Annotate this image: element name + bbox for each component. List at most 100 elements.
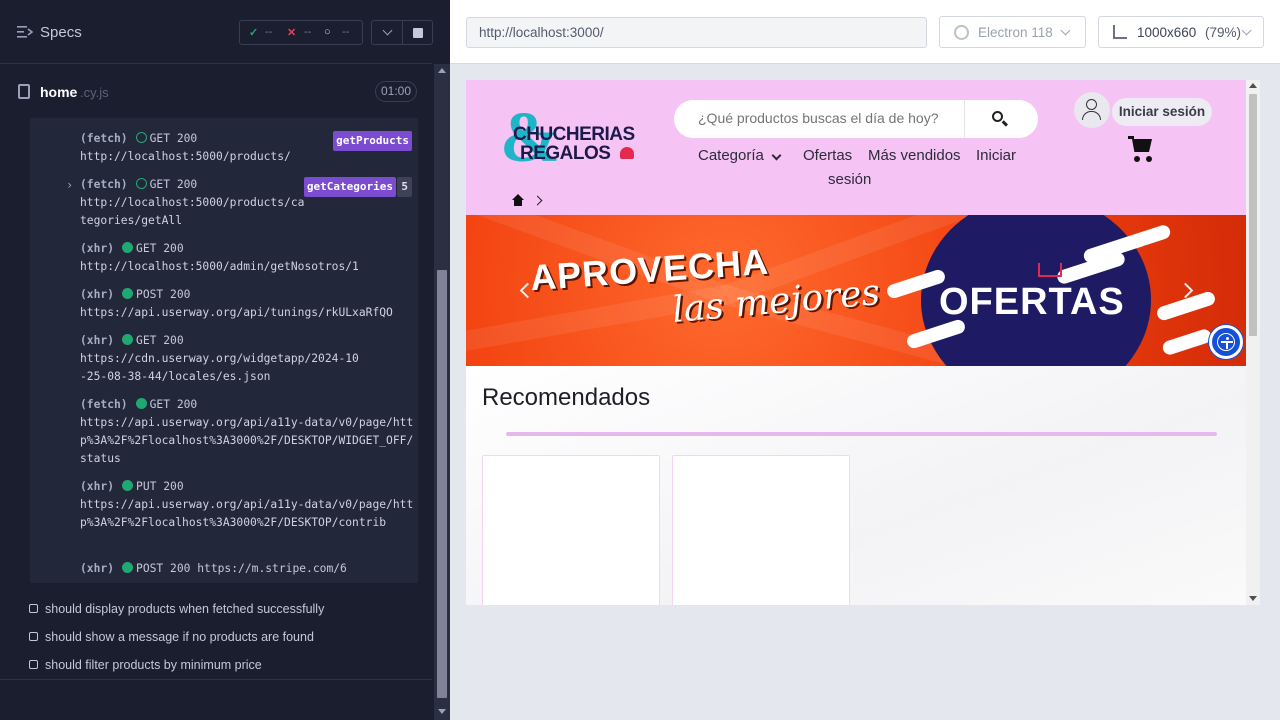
test-item[interactable]: should display products when fetched suc… (29, 602, 324, 616)
specs-header: Specs ✓ -- ✕ -- ○ -- (0, 0, 433, 64)
chevron-down-icon (771, 150, 782, 161)
status-dot-icon (122, 288, 134, 299)
divider (964, 100, 965, 138)
test-title: should filter products by minimum price (45, 658, 262, 672)
nav-bestsellers[interactable]: Más vendidos (868, 147, 961, 164)
pending-count: -- (342, 26, 350, 38)
hero-banner: APROVECHA las mejores OFERTAS (466, 215, 1246, 366)
test-item[interactable]: should show a message if no products are… (29, 630, 314, 644)
test-status-icon (29, 632, 38, 641)
user-icon[interactable] (1074, 92, 1110, 128)
section-divider (506, 432, 1217, 436)
scroll-down-icon[interactable] (438, 709, 446, 714)
passed-icon: ✓ (249, 27, 259, 39)
log-entry[interactable]: (xhr) PUT 200 https://api.userway.org/api… (30, 478, 418, 532)
url-field[interactable] (466, 17, 927, 48)
log-entry[interactable]: (fetch) GET 200 https://api.userway.org/a… (30, 396, 418, 468)
spec-file-row[interactable]: home .cy.js 01:00 (16, 76, 418, 116)
viewport-zoom: (79%) (1205, 25, 1242, 40)
log-type: (xhr) (80, 288, 115, 301)
test-title: should display products when fetched suc… (45, 602, 325, 616)
page-scrollbar[interactable] (1246, 80, 1260, 605)
scroll-up-icon[interactable] (1249, 83, 1257, 88)
runner-scrollbar[interactable] (434, 64, 450, 720)
status-dot-icon (122, 334, 134, 345)
log-method: GET 200 (149, 178, 198, 191)
pending-icon: ○ (324, 26, 331, 38)
run-options-dropdown[interactable] (371, 20, 403, 45)
divider (0, 679, 432, 680)
log-type: (xhr) (80, 334, 115, 347)
gift-icon (1038, 263, 1062, 277)
specs-list-icon[interactable] (17, 25, 33, 39)
nav-login[interactable]: Iniciar (976, 147, 1016, 164)
scrollbar-thumb[interactable] (1249, 94, 1257, 336)
status-dot-icon (122, 562, 134, 573)
scroll-down-icon[interactable] (1249, 596, 1257, 601)
search-input[interactable] (698, 110, 958, 126)
log-method: GET 200 (136, 242, 184, 255)
chevron-down-icon (1241, 25, 1252, 36)
cart-icon[interactable] (1128, 135, 1156, 163)
log-url: https://cdn.userway.org/widgetapp/2024-1… (80, 352, 359, 383)
cypress-runner-panel: Specs ✓ -- ✕ -- ○ -- home .cy.js 01:00 (… (0, 0, 450, 720)
nav-login[interactable]: sesión (828, 171, 871, 188)
log-type: (fetch) (80, 398, 128, 411)
nav-category[interactable]: Categoría (698, 147, 764, 164)
status-dot-icon (135, 132, 147, 143)
log-url: https://api.userway.org/api/tunings/rkUL… (80, 306, 393, 319)
log-entry[interactable]: (xhr) GET 200 http://localhost:5000/admin… (30, 240, 418, 276)
log-url: https://api.userway.org/api/a11y-data/v0… (80, 416, 414, 465)
browser-toolbar: Electron 118 1000x660 (79%) (450, 0, 1280, 64)
scroll-up-icon[interactable] (438, 68, 446, 73)
log-entry[interactable]: (xhr) POST 200 https://m.stripe.com/6 (30, 560, 418, 578)
log-entry[interactable]: (xhr) GET 200 https://cdn.userway.org/wid… (30, 332, 418, 386)
log-type: (xhr) (80, 480, 115, 493)
log-type: (xhr) (80, 562, 115, 575)
log-method: POST 200 https://m.stripe.com/6 (136, 562, 347, 575)
section-title: Recomendados (482, 384, 651, 411)
test-title: should show a message if no products are… (45, 630, 314, 644)
chevron-right-icon[interactable]: › (66, 176, 73, 194)
search-icon[interactable] (992, 111, 1009, 127)
spec-file-ext: .cy.js (80, 85, 109, 100)
spec-duration: 01:00 (375, 81, 417, 102)
document-icon (18, 84, 30, 99)
home-icon[interactable] (512, 194, 524, 206)
electron-icon (954, 25, 969, 40)
login-button[interactable]: Iniciar sesión (1112, 98, 1212, 126)
test-item[interactable]: should filter products by minimum price (29, 658, 262, 672)
log-method: GET 200 (136, 334, 184, 347)
main-content: Recomendados (466, 366, 1246, 605)
browser-label: Electron 118 (978, 25, 1053, 40)
accessibility-icon[interactable] (1209, 325, 1243, 359)
stop-button[interactable] (402, 20, 433, 45)
log-entry[interactable]: (fetch) GET 200 http://localhost:5000/pro… (30, 130, 418, 166)
test-status-icon (29, 660, 38, 669)
log-entry[interactable]: (xhr) POST 200 https://api.userway.org/ap… (30, 286, 418, 322)
app-under-test-frame: & CHUCHERIAS REGALOS Categoría Ofertas M… (466, 80, 1260, 605)
log-url: https://api.userway.org/api/a11y-data/v0… (80, 498, 414, 529)
alias-count-badge: 5 (397, 177, 412, 197)
product-card[interactable] (482, 455, 660, 605)
failed-count: -- (304, 26, 312, 38)
scrollbar-thumb[interactable] (437, 270, 447, 698)
log-entry[interactable]: › (fetch) GET 200 http://localhost:5000/p… (30, 176, 418, 230)
banner-offers: OFERTAS (939, 281, 1125, 323)
log-method: GET 200 (149, 132, 198, 145)
logo-text: REGALOS (520, 143, 611, 164)
log-method: PUT 200 (136, 480, 184, 493)
specs-title[interactable]: Specs (40, 24, 82, 41)
log-url: http://localhost:5000/admin/getNosotros/… (80, 260, 359, 273)
failed-icon: ✕ (287, 27, 297, 39)
viewport-selector[interactable]: 1000x660 (79%) (1098, 16, 1264, 48)
spec-file-name: home (40, 84, 78, 100)
browser-selector[interactable]: Electron 118 (939, 16, 1086, 48)
status-dot-icon (135, 398, 147, 409)
site-logo[interactable]: & CHUCHERIAS REGALOS (500, 101, 640, 175)
chevron-right-icon (532, 195, 543, 206)
search-bar (674, 100, 1038, 138)
product-card[interactable] (672, 455, 850, 605)
log-type: (xhr) (80, 242, 115, 255)
nav-offers[interactable]: Ofertas (803, 147, 852, 164)
